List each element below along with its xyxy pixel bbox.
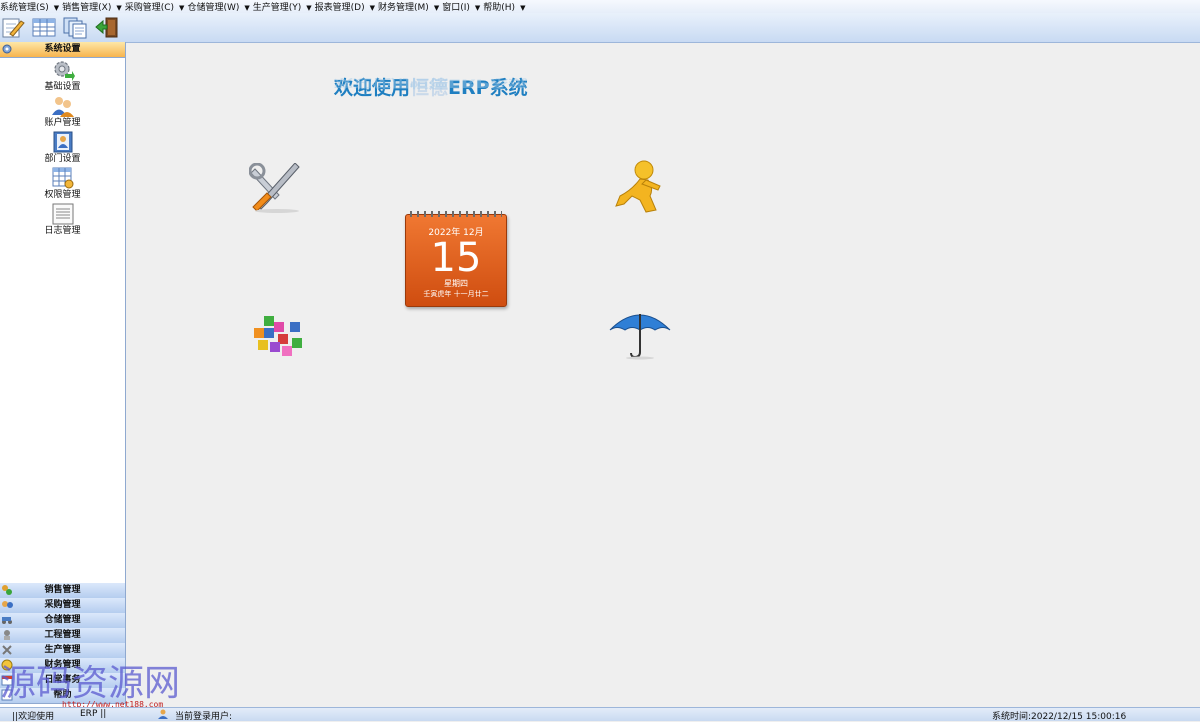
sidebar-item-account-management[interactable]: 账户管理 <box>0 95 125 131</box>
group-warehouse[interactable]: 仓储管理 <box>0 613 125 629</box>
department-icon <box>53 131 72 153</box>
menu-finance[interactable]: 财务管理(M) ▼ <box>378 0 442 13</box>
sidebar-item-department-settings[interactable]: 部门设置 <box>0 131 125 167</box>
group-purchase[interactable]: 采购管理 <box>0 598 125 614</box>
menu-label: 生产管理(Y) <box>252 3 302 13</box>
menu-label: 报表管理(D) <box>314 3 365 13</box>
copy-icon <box>63 17 87 39</box>
status-bar: ||欢迎使用 ERP || 当前登录用户: 系统时间:2022/12/15 15… <box>0 707 1200 722</box>
table-button[interactable] <box>32 16 56 39</box>
sidebar-item-label: 权限管理 <box>44 190 81 200</box>
sidebar-item-label: 基础设置 <box>44 82 81 92</box>
group-system-settings[interactable]: 系统设置 <box>0 42 125 58</box>
group-engineering[interactable]: 工程管理 <box>0 628 125 644</box>
reflection-prefix: 欢迎使用 <box>334 76 411 90</box>
status-erp: ERP || <box>80 709 107 719</box>
gear-icon <box>53 61 75 81</box>
group-label: 销售管理 <box>44 585 81 595</box>
calendar-rings <box>410 211 502 217</box>
sidebar-item-log-management[interactable]: 日志管理 <box>0 203 125 239</box>
status-welcome: ||欢迎使用 <box>12 712 55 722</box>
calendar-weekday: 星期四 <box>444 279 468 288</box>
tools-icon[interactable] <box>249 163 305 213</box>
edit-button[interactable] <box>1 16 25 39</box>
menu-label: 仓储管理(W) <box>187 3 240 13</box>
dropdown-arrow-icon: ▼ <box>53 4 60 12</box>
warehouse-icon <box>2 617 12 624</box>
exit-icon <box>95 17 118 38</box>
menu-bar: 系统管理(S) ▼ 销售管理(X) ▼ 采购管理(C) ▼ 仓储管理(W) ▼ 生产管理… <box>0 0 1200 13</box>
menu-sales[interactable]: 销售管理(X) ▼ <box>62 0 125 13</box>
calendar-widget: 2022年 12月 15 星期四 壬寅虎年 十一月廿二 <box>405 211 507 307</box>
sidebar-item-label: 部门设置 <box>44 154 81 164</box>
dropdown-arrow-icon: ▼ <box>244 4 250 12</box>
menu-window[interactable]: 窗口(I) ▼ <box>442 0 483 13</box>
engineering-icon <box>4 630 10 640</box>
blocks-icon[interactable] <box>250 314 304 362</box>
menu-label: 财务管理(M) <box>378 3 429 13</box>
dropdown-arrow-icon: ▼ <box>520 4 526 12</box>
sidebar-item-label: 日志管理 <box>44 226 81 236</box>
log-icon <box>52 203 73 225</box>
menu-label: 系统管理(S) <box>0 3 49 13</box>
sidebar-item-permission-management[interactable]: 权限管理 <box>0 167 125 203</box>
status-current-user: 当前登录用户: <box>175 712 233 722</box>
dropdown-arrow-icon: ▼ <box>179 4 185 12</box>
menu-label: 帮助(H) <box>483 3 516 13</box>
main-area: 欢迎使用恒德ERP系统 欢迎使用恒德ERP系统 2022年 12月 15 星期四… <box>126 42 1200 707</box>
running-man-icon[interactable] <box>610 160 666 214</box>
edit-icon <box>2 18 25 38</box>
menu-help[interactable]: 帮助(H) ▼ <box>483 0 528 13</box>
dropdown-arrow-icon: ▼ <box>116 4 122 12</box>
reflection-brand: 恒德 <box>410 76 449 90</box>
reflection-suffix: ERP系统 <box>448 76 528 90</box>
exit-button[interactable] <box>95 16 119 39</box>
menu-label: 采购管理(C) <box>124 3 175 13</box>
menu-reports[interactable]: 报表管理(D) ▼ <box>315 0 378 13</box>
group-label: 采购管理 <box>44 600 81 610</box>
group-sales[interactable]: 销售管理 <box>0 583 125 599</box>
calendar-lunar-date: 壬寅虎年 十一月廿二 <box>423 290 489 298</box>
dropdown-arrow-icon: ▼ <box>474 4 481 12</box>
calendar-day: 15 <box>430 235 482 281</box>
menu-purchase[interactable]: 采购管理(C) ▼ <box>125 0 188 13</box>
sidebar: 系统设置 基础设置 账户管理 部门设置 权限管理 日志管理 销售管理 采购管理 … <box>0 42 126 707</box>
sales-icon <box>2 585 12 595</box>
group-label: 系统设置 <box>44 44 81 54</box>
dropdown-arrow-icon: ▼ <box>369 4 376 12</box>
status-system-time: 系统时间:2022/12/15 15:00:16 <box>992 712 1127 722</box>
copy-button[interactable] <box>63 16 87 39</box>
group-label: 仓储管理 <box>44 615 81 625</box>
permission-icon <box>52 167 73 189</box>
welcome-reflection: 欢迎使用恒德ERP系统 <box>334 76 528 92</box>
users-icon <box>51 97 74 117</box>
table-icon <box>32 18 56 37</box>
user-icon <box>158 709 168 722</box>
menu-system[interactable]: 系统管理(S) ▼ <box>0 0 62 13</box>
dropdown-arrow-icon: ▼ <box>306 4 312 12</box>
sidebar-item-basic-settings[interactable]: 基础设置 <box>0 59 125 95</box>
sidebar-item-label: 账户管理 <box>44 118 81 128</box>
menu-production[interactable]: 生产管理(Y) ▼ <box>253 0 315 13</box>
toolbar <box>0 13 1200 43</box>
dropdown-arrow-icon: ▼ <box>433 4 440 12</box>
purchase-icon <box>2 601 13 608</box>
menu-label: 销售管理(X) <box>62 3 112 13</box>
menu-warehouse[interactable]: 仓储管理(W) ▼ <box>187 0 252 13</box>
watermark-text: 源码资源网 <box>0 663 181 704</box>
settings-group-icon <box>2 44 12 54</box>
umbrella-icon[interactable] <box>608 308 672 360</box>
group-label: 工程管理 <box>44 630 81 640</box>
menu-label: 窗口(I) <box>442 3 470 13</box>
